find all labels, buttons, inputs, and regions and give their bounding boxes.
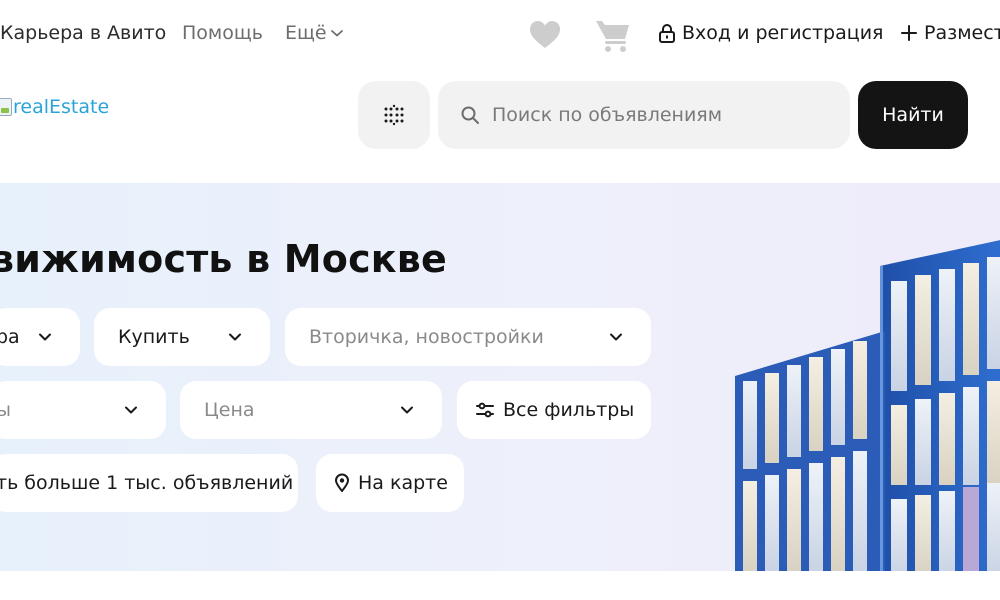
chevron-down-icon — [229, 333, 241, 341]
property-type-select[interactable]: ра — [0, 308, 80, 366]
nav-more-label: Ещё — [285, 22, 327, 44]
sliders-icon — [476, 402, 494, 418]
broken-image-icon — [0, 98, 12, 116]
chevron-down-icon — [125, 406, 137, 414]
chevron-down-icon — [610, 333, 622, 341]
post-ad-label: Размест — [924, 22, 1000, 44]
all-filters-button[interactable]: Все фильтры — [457, 381, 651, 439]
catalog-button[interactable] — [358, 81, 430, 149]
plus-icon — [901, 25, 917, 41]
show-results-label: ть больше 1 тыс. объявлений — [0, 472, 294, 494]
find-button-label: Найти — [882, 104, 944, 126]
nav-more-menu[interactable]: Ещё — [285, 22, 344, 44]
top-nav: Карьера в Авито Помощь Ещё Вход и регист… — [0, 0, 1000, 70]
property-type-value: ра — [0, 326, 20, 348]
search-input[interactable] — [490, 103, 830, 127]
dots-grid-icon — [384, 104, 404, 126]
all-filters-label: Все фильтры — [503, 399, 635, 421]
page-title: вижимость в Москве — [0, 237, 448, 281]
on-map-label: На карте — [358, 472, 448, 494]
map-pin-icon — [335, 473, 349, 492]
rooms-placeholder: ы — [0, 399, 12, 421]
show-results-button[interactable]: ть больше 1 тыс. объявлений — [0, 454, 298, 512]
price-placeholder: Цена — [204, 399, 255, 421]
search-icon — [461, 106, 479, 124]
nav-link-career[interactable]: Карьера в Авито — [0, 22, 166, 44]
building-illustration — [735, 240, 1000, 571]
heart-icon[interactable] — [528, 19, 562, 51]
chevron-down-icon — [401, 406, 413, 414]
market-type-placeholder: Вторичка, новостройки — [309, 326, 544, 348]
login-link[interactable]: Вход и регистрация — [658, 22, 883, 44]
cart-icon[interactable] — [594, 16, 632, 54]
hero-banner: вижимость в Москве ра Купить Вторичка, н… — [0, 183, 1000, 571]
find-button[interactable]: Найти — [858, 81, 968, 149]
deal-type-select[interactable]: Купить — [94, 308, 270, 366]
on-map-button[interactable]: На карте — [316, 454, 464, 512]
login-label: Вход и регистрация — [682, 22, 884, 44]
site-logo[interactable]: realEstate — [0, 96, 109, 118]
chevron-down-icon — [330, 30, 343, 37]
lock-icon — [659, 24, 675, 43]
rooms-select[interactable]: ы — [0, 381, 166, 439]
nav-link-help[interactable]: Помощь — [182, 22, 263, 44]
market-type-select[interactable]: Вторичка, новостройки — [285, 308, 651, 366]
price-select[interactable]: Цена — [180, 381, 442, 439]
deal-type-value: Купить — [118, 326, 190, 348]
search-field[interactable] — [438, 81, 850, 149]
chevron-down-icon — [39, 333, 51, 341]
post-ad-link[interactable]: Размест — [900, 22, 1000, 44]
logo-alt-text: realEstate — [13, 96, 110, 118]
